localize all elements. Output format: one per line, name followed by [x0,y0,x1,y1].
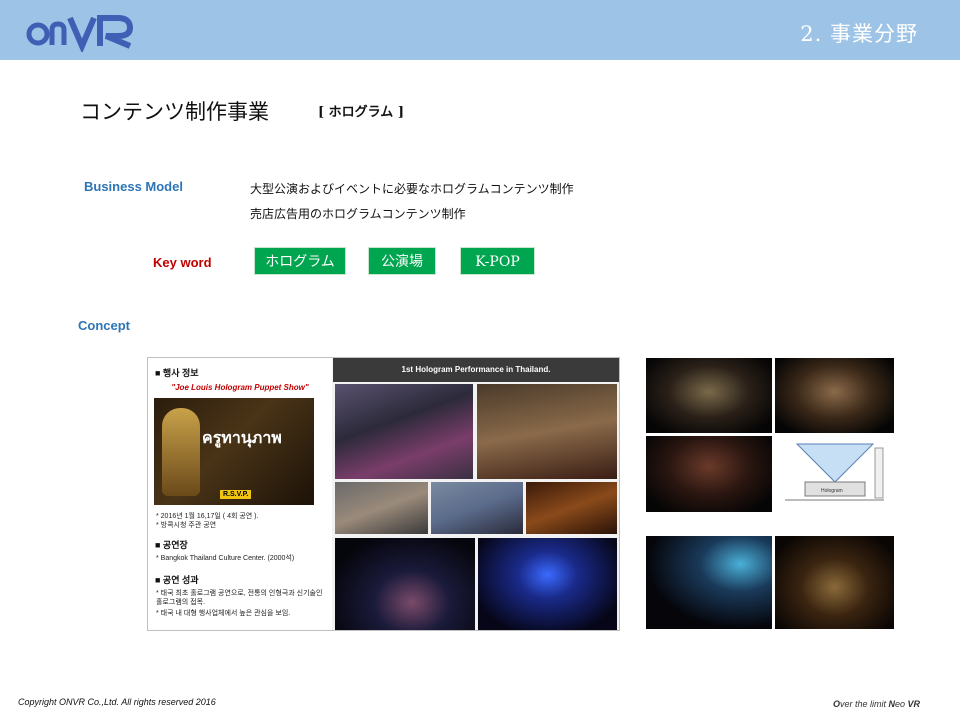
event-info-heading: ■ 행사 정보 [155,368,199,378]
gallery-hologram-stage-2 [775,358,894,433]
gallery-hologram-stage-3 [646,436,772,512]
result-line-2: * 태국 내 대형 행사업체에서 높은 관심을 보임. [156,610,291,617]
slogan-middle: ver the limit [840,699,889,709]
slogan: Over the limit Neo VR [833,699,920,709]
event-info-panel: ■ 행사 정보 "Joe Louis Hologram Puppet Show"… [148,358,332,630]
gallery-hologram-woman [646,536,772,629]
photo-booth [335,482,428,534]
business-model-line-2: 売店広告用のホログラムコンテンツ制作 [250,207,466,221]
page-title: コンテンツ制作事業 [80,100,269,124]
poster-rsvp: R.S.V.P. [220,490,252,499]
section-title: 2. 事業分野 [800,22,918,46]
result-line-1: * 태국 최초 홀로그램 공연으로, 전통의 인형극과 신기술인 홀로그램의 접… [156,590,323,606]
gallery-stage-diagram: Hologram [775,436,894,512]
concept-label: Concept [78,318,130,333]
keyword-hologram: ホログラム [254,247,346,275]
gallery-hologram-stage-1 [646,358,772,433]
business-model-label: Business Model [84,179,183,194]
show-title: "Joe Louis Hologram Puppet Show" [171,383,309,392]
slogan-o: O [833,699,841,709]
show-poster-thumbnail: ครูทานุภาพ R.S.V.P. [154,398,314,505]
venue-heading: ■ 공연장 [155,540,188,550]
poster-thai-title: ครูทานุภาพ [202,428,282,447]
photo-stage-hall [526,482,617,534]
keyword-label: Key word [153,255,212,270]
keyword-venue: 公演場 [368,247,436,275]
photo-ceremony [335,384,473,479]
photo-hologram-show-2 [478,538,617,630]
puppet-figure [162,408,200,496]
event-host: * 방콕시청 주관 공연 [156,522,217,529]
gallery-hologram-product-ad [775,536,894,629]
diagram-label: Hologram [821,488,843,494]
header-band: 2. 事業分野 [0,0,960,60]
slogan-eo: eo [895,699,908,709]
business-model-line-1: 大型公演およびイベントに必要なホログラムコンテンツ制作 [250,182,574,196]
onvr-logo [26,15,134,52]
event-date: * 2016년 1월 16,17일 ( 4회 공연 ). [156,513,259,520]
concept-poster-image: ■ 행사 정보 "Joe Louis Hologram Puppet Show"… [147,357,620,631]
result-heading: ■ 공연 성과 [155,575,199,585]
slogan-vr: VR [907,699,921,709]
performance-banner: 1st Hologram Performance in Thailand. [333,358,619,382]
keyword-kpop: K-POP [460,247,535,275]
performance-photos: 1st Hologram Performance in Thailand. [333,358,619,630]
photo-crowd [431,482,523,534]
venue-line: * Bangkok Thailand Culture Center. (2000… [156,555,295,562]
photo-audience [477,384,617,479]
photo-hologram-show-1 [335,538,475,630]
page-tag: [ ホログラム ] [318,105,404,120]
copyright: Copyright ONVR Co.,Ltd. All rights reser… [18,697,216,707]
